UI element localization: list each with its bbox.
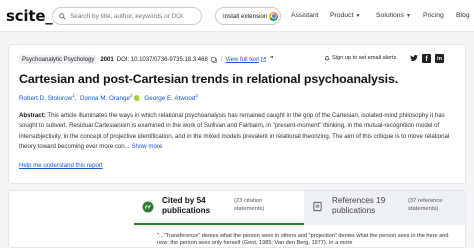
nav-link-solutions[interactable]: Solutions ▼ xyxy=(376,12,411,19)
publication-year: 2001 xyxy=(100,56,114,63)
journal-tag[interactable]: Psychoanalytic Psychology xyxy=(19,55,98,64)
linkedin-icon[interactable]: in xyxy=(435,54,444,63)
nav-link-label: Assistant xyxy=(291,12,319,19)
author-link[interactable]: Donna M. Orange2 xyxy=(79,93,140,103)
scite-logo[interactable]: scite_ xyxy=(6,7,53,25)
copy-icon[interactable] xyxy=(211,56,217,63)
abstract-label: Abstract: xyxy=(19,112,46,119)
cited-by-title: Cited by 54 publications xyxy=(162,196,211,215)
chevron-down-icon: ▼ xyxy=(355,13,361,19)
cited-by-count: (23 citation statements) xyxy=(234,198,265,212)
paper-card: Psychoanalytic Psychology 2001 DOI: 10.1… xyxy=(8,44,466,184)
email-alert-signup[interactable]: Sign up to set email alerts xyxy=(324,55,396,61)
author-affiliation: 2 xyxy=(130,93,133,98)
citation-quote-icon xyxy=(142,201,154,213)
bell-icon xyxy=(324,55,330,61)
facebook-icon[interactable]: f xyxy=(422,54,431,63)
author-list: Robert D. Stolorow1, Donna M. Orange2, G… xyxy=(19,93,198,103)
nav-link-label: Pricing xyxy=(423,12,444,19)
divider: | xyxy=(220,56,223,63)
view-full-text-link[interactable]: View full text xyxy=(225,57,259,63)
author-name: Robert D. Stolorow xyxy=(19,95,73,103)
install-extension-button[interactable]: Install extension xyxy=(215,7,281,25)
abstract-text: This article illuminates the ways in whi… xyxy=(19,112,450,151)
citations-section: Cited by 54 publications (23 citation st… xyxy=(8,190,466,248)
paper-title: Cartesian and post-Cartesian trends in r… xyxy=(19,72,399,86)
chevron-down-icon: ▼ xyxy=(405,13,411,19)
author-link[interactable]: Robert D. Stolorow1 xyxy=(19,93,75,103)
email-alert-label: Sign up to set email alerts xyxy=(332,55,397,61)
citation-snippet: "..."Transference" denies what the perso… xyxy=(157,233,449,247)
search-box[interactable] xyxy=(52,7,202,25)
help-understand-report-link[interactable]: Help me understand this report xyxy=(19,162,103,169)
twitter-icon[interactable] xyxy=(409,54,418,63)
abstract: Abstract: This article illuminates the w… xyxy=(19,111,457,153)
install-extension-label: Install extension xyxy=(223,12,268,20)
tab-references[interactable]: References 19 publications (37 reference… xyxy=(304,191,465,225)
nav-link-label: Solutions xyxy=(376,12,404,19)
cite-quote-icon[interactable]: ” xyxy=(270,56,274,63)
author-name: George E. Atwood xyxy=(144,95,196,103)
references-icon xyxy=(313,201,322,212)
search-icon xyxy=(59,12,66,20)
author-affiliation: 3 xyxy=(195,93,198,98)
author-link[interactable]: George E. Atwood3 xyxy=(144,93,198,103)
tab-cited-by[interactable]: Cited by 54 publications (23 citation st… xyxy=(134,191,304,225)
nav-link-product[interactable]: Product ▼ xyxy=(330,12,360,19)
nav-link-label: Blog xyxy=(456,12,470,19)
nav-link-pricing[interactable]: Pricing xyxy=(423,12,444,19)
citation-tabs: Cited by 54 publications (23 citation st… xyxy=(134,191,465,225)
author-affiliation: 1 xyxy=(72,93,75,98)
external-link-icon xyxy=(261,57,266,62)
top-navigation: scite_ Install extension Assistant Produ… xyxy=(0,0,474,32)
author-name: Donna M. Orange xyxy=(79,95,131,103)
search-input[interactable] xyxy=(70,12,198,20)
orcid-icon xyxy=(133,95,140,101)
references-title: References 19 publications xyxy=(332,196,386,215)
show-more-link[interactable]: Show more xyxy=(131,143,162,150)
nav-link-label: Product xyxy=(330,12,354,19)
nav-link-blog[interactable]: Blog xyxy=(456,12,470,19)
nav-link-assistant[interactable]: Assistant xyxy=(291,12,319,19)
references-count: (37 reference statements) xyxy=(408,198,443,212)
doi-text: DOI: 10.1037/0736-9735.18.3.468 xyxy=(116,56,208,63)
paper-meta: Psychoanalytic Psychology 2001 DOI: 10.1… xyxy=(19,55,273,64)
chrome-icon xyxy=(269,11,279,21)
